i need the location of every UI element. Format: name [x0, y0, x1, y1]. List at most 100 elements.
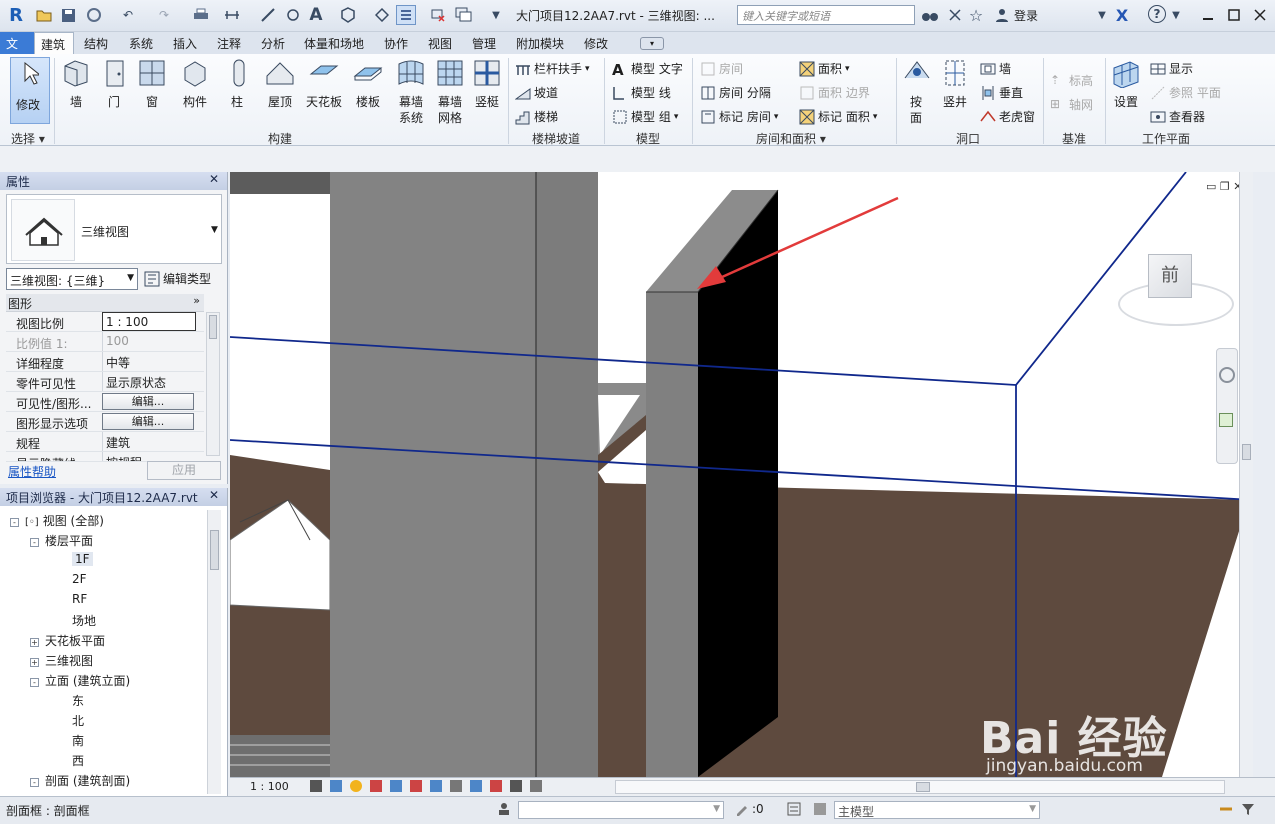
properties-scrollbar[interactable] [206, 312, 220, 456]
type-dropdown-icon[interactable]: ▼ [211, 225, 218, 235]
tab-analyze[interactable]: 分析 [261, 35, 285, 52]
roof-button[interactable]: 屋顶 [262, 58, 298, 110]
browser-tree-item[interactable]: + 三维视图 [30, 652, 93, 669]
expand-toggle-icon[interactable]: - [30, 778, 39, 787]
property-edit-button[interactable]: 编辑... [102, 393, 194, 410]
grid-button[interactable]: ⊞ 轴网 [1050, 96, 1093, 113]
mullion-button[interactable]: 竖梃 [470, 58, 504, 110]
tab-architecture[interactable]: 建筑 [34, 32, 74, 55]
browser-tree-item[interactable]: 2F [72, 572, 87, 586]
close-hidden-icon[interactable] [428, 5, 448, 25]
show-crop-icon[interactable] [430, 780, 442, 792]
visual-style-icon[interactable] [330, 780, 342, 792]
tab-structure[interactable]: 结构 [84, 35, 108, 52]
close-icon[interactable] [1250, 5, 1270, 25]
stair-button[interactable]: 楼梯 [515, 108, 558, 125]
browser-tree-item[interactable]: 南 [72, 732, 84, 749]
expand-toggle-icon[interactable]: - [10, 518, 19, 527]
railing-button[interactable]: 栏杆扶手 ▾ [515, 60, 590, 77]
browser-tree-item[interactable]: 西 [72, 752, 84, 769]
ribbon-minimize-toggle[interactable]: ▾ [640, 37, 664, 50]
show-workplane-button[interactable]: 显示 [1150, 60, 1193, 77]
design-option-icon[interactable] [812, 801, 828, 820]
sun-path-icon[interactable] [350, 780, 362, 792]
properties-help-link[interactable]: 属性帮助 [8, 463, 56, 480]
binoculars-icon[interactable] [920, 5, 940, 25]
viewer-button[interactable]: 查看器 [1150, 108, 1205, 125]
thin-lines-icon[interactable] [396, 5, 416, 25]
crop-icon[interactable] [410, 780, 422, 792]
viewport-hscrollbar[interactable] [615, 780, 1225, 794]
worksharing-icon[interactable] [510, 780, 522, 792]
workset-select[interactable]: ▼ [518, 801, 724, 819]
text-icon[interactable]: A [306, 5, 326, 25]
tab-insert[interactable]: 插入 [173, 35, 197, 52]
component-button[interactable]: 构件 [177, 58, 213, 110]
print-icon[interactable] [191, 5, 211, 25]
main-model-select[interactable]: 主模型 ▼ [834, 801, 1040, 819]
graphics-section-header[interactable]: 图形 » [6, 294, 204, 312]
browser-tree-item[interactable]: - 剖面 (建筑剖面) [30, 772, 130, 789]
undo-icon[interactable]: ↶ [118, 5, 138, 25]
filter-icon[interactable] [1240, 801, 1256, 820]
door-button[interactable]: 门 [100, 58, 128, 110]
area-boundary-button[interactable]: 面积 边界 [799, 84, 870, 101]
property-value[interactable]: 显示原状态 [102, 372, 196, 391]
expand-toggle-icon[interactable]: + [30, 638, 39, 647]
steering-wheel-icon[interactable] [1219, 367, 1235, 383]
expand-toggle-icon[interactable]: - [30, 678, 39, 687]
ceiling-button[interactable]: 天花板 [303, 58, 345, 110]
tab-modify[interactable]: 修改 [584, 35, 608, 52]
browser-tree-item[interactable]: - 立面 (建筑立面) [30, 672, 130, 689]
exchange-apps-icon[interactable]: X [1112, 5, 1132, 25]
browser-tree-item[interactable]: 北 [72, 712, 84, 729]
property-value[interactable]: 建筑 [102, 432, 196, 451]
tag-room-button[interactable]: 标记 房间 ▾ [700, 108, 778, 125]
viewport-vscrollbar[interactable] [1239, 172, 1253, 777]
aligned-dimension-icon[interactable] [258, 5, 278, 25]
type-selector[interactable]: 三维视图 ▼ [6, 194, 222, 264]
minimize-icon[interactable] [1198, 5, 1218, 25]
tag-icon[interactable] [283, 5, 303, 25]
browser-tree-item[interactable]: + 天花板平面 [30, 632, 105, 649]
customize-toolbar-icon[interactable]: ▼ [486, 5, 506, 25]
app-logo-icon[interactable]: R [6, 5, 26, 26]
model-group-button[interactable]: 模型 组 ▾ [612, 108, 678, 125]
model-line-button[interactable]: 模型 线 [612, 84, 671, 101]
sync-icon[interactable] [84, 5, 104, 25]
property-value[interactable]: 中等 [102, 352, 196, 371]
browser-tree-item[interactable]: - [◦] 视图 (全部) [10, 512, 104, 529]
floor-button[interactable]: 楼板 [352, 58, 384, 110]
3d-view-icon[interactable] [338, 5, 358, 25]
column-button[interactable]: 柱 [224, 58, 250, 110]
expand-toggle-icon[interactable]: + [30, 658, 39, 667]
set-workplane-button[interactable]: 设置 [1110, 58, 1142, 110]
properties-close-icon[interactable]: ✕ [209, 172, 219, 186]
subscription-icon[interactable] [945, 5, 965, 25]
model-text-button[interactable]: A 模型 文字 [612, 60, 683, 79]
shadows-icon[interactable] [370, 780, 382, 792]
viewcube-front[interactable]: 前 [1148, 254, 1192, 298]
edit-type-button[interactable]: 编辑类型 [144, 270, 211, 287]
zoom-icon[interactable] [1219, 413, 1233, 427]
reveal-hidden-icon[interactable] [490, 780, 502, 792]
expand-toggle-icon[interactable]: - [30, 538, 39, 547]
help-dropdown-icon[interactable]: ▼ [1166, 5, 1186, 25]
ramp-button[interactable]: 坡道 [515, 84, 558, 101]
tab-manage[interactable]: 管理 [472, 35, 496, 52]
measure-icon[interactable] [222, 5, 242, 25]
favorites-star-icon[interactable]: ☆ [966, 5, 986, 25]
analytical-model-icon[interactable] [530, 780, 542, 792]
view-type-select[interactable]: 三维视图: {三维} ▼ [6, 268, 138, 290]
browser-scrollbar[interactable] [207, 510, 221, 794]
vertical-opening-button[interactable]: 垂直 [980, 84, 1023, 101]
ref-plane-button[interactable]: 参照 平面 [1150, 84, 1221, 101]
select-group-label[interactable]: 选择 ▾ [11, 130, 45, 147]
browser-tree-item[interactable]: RF [72, 592, 87, 606]
switch-windows-icon[interactable] [454, 5, 474, 25]
view-window-controls[interactable]: ▭ ❐ ✕ [1206, 180, 1242, 193]
tab-addins[interactable]: 附加模块 [516, 35, 564, 52]
property-value[interactable]: 1 : 100 [102, 312, 196, 331]
tab-file[interactable]: 文件 [0, 32, 34, 68]
search-input[interactable]: 键入关键字或短语 [737, 5, 915, 25]
